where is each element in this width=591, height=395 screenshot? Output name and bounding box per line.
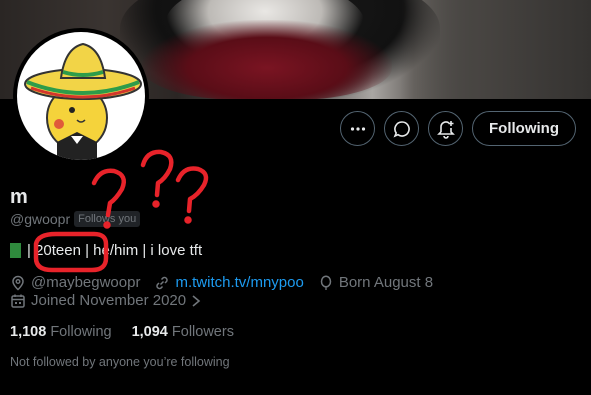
location-item: @maybegwoopr: [10, 274, 140, 291]
followers-stat[interactable]: 1,094 Followers: [132, 324, 234, 340]
follow-stats: 1,108 Following 1,094 Followers: [10, 324, 254, 340]
following-button[interactable]: Following: [472, 111, 576, 146]
location-text: @maybegwoopr: [31, 274, 141, 291]
question-mark-annotation: [91, 168, 126, 218]
joined-row: Joined November 2020: [10, 292, 215, 309]
followers-label: Followers: [171, 324, 234, 340]
pikachu-sombrero-illustration: [24, 42, 142, 160]
more-button[interactable]: [340, 111, 375, 146]
website-link[interactable]: m.twitch.tv/mnypoo: [175, 274, 303, 291]
followers-count: 1,094: [131, 324, 168, 340]
notifications-button[interactable]: [428, 111, 463, 146]
following-stat[interactable]: 1,108 Following: [10, 324, 112, 340]
display-name: m: [10, 186, 28, 208]
question-mark-annotation: [175, 166, 209, 214]
location-pin-icon: [12, 275, 24, 291]
chevron-right-icon[interactable]: [191, 294, 201, 308]
handle-row: @gwoopr Follows you: [10, 211, 141, 227]
avatar[interactable]: [13, 28, 149, 164]
birthday-text: Born August 8: [338, 274, 434, 291]
follows-you-badge: Follows you: [74, 211, 141, 227]
joined-item: Joined November 2020: [10, 292, 201, 309]
bio-text: | 20teen | he/him | i love tft: [27, 242, 203, 259]
balloon-icon: [320, 274, 332, 290]
not-followed-text: Not followed by anyone you’re following: [10, 355, 230, 369]
joined-text: Joined November 2020: [31, 292, 187, 309]
message-icon: [393, 120, 410, 138]
question-mark-annotation: [140, 149, 174, 198]
avatar-image: [17, 32, 145, 160]
profile-meta-row: @maybegwoopr m.twitch.tv/mnypoo Born Aug…: [10, 274, 447, 291]
link-icon: [156, 276, 169, 289]
flag-icon: [10, 243, 21, 258]
following-label: Following: [50, 324, 112, 340]
username-handle: @gwoopr: [10, 211, 71, 227]
calendar-icon: [11, 294, 25, 308]
more-icon: [350, 126, 365, 131]
birthday-item: Born August 8: [318, 274, 433, 291]
banner-bow-shape: [142, 20, 392, 99]
bell-plus-icon: [436, 120, 455, 139]
bio: | 20teen | he/him | i love tft: [10, 242, 202, 259]
banner-background: [400, 0, 591, 99]
website-item[interactable]: m.twitch.tv/mnypoo: [154, 274, 304, 291]
following-count: 1,108: [10, 324, 47, 340]
message-button[interactable]: [384, 111, 419, 146]
